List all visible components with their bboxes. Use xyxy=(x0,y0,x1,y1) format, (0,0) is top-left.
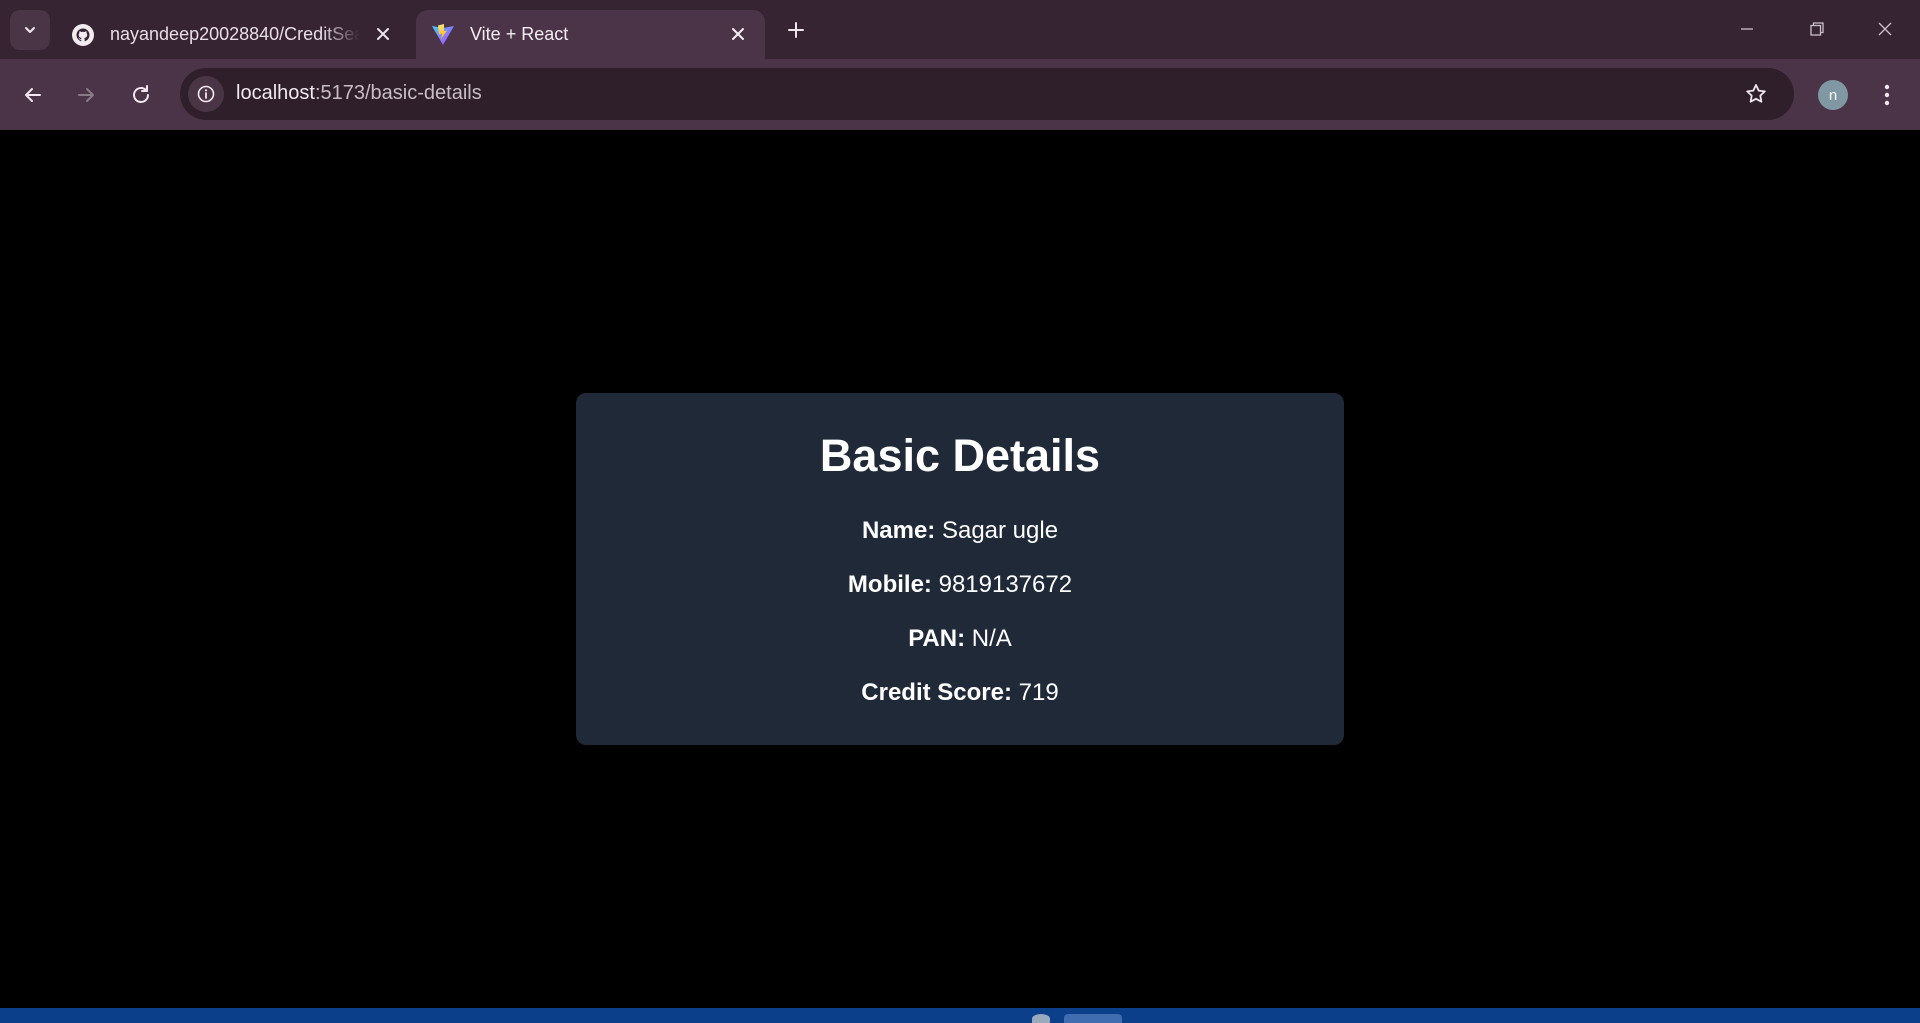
github-icon xyxy=(70,22,96,48)
site-info-button[interactable] xyxy=(188,76,224,112)
browser-menu-button[interactable] xyxy=(1872,79,1902,111)
os-taskbar xyxy=(0,1008,1920,1023)
url-host: localhost xyxy=(236,82,315,104)
tab-strip: nayandeep20028840/CreditSea Vite + React xyxy=(0,0,1920,59)
reload-button[interactable] xyxy=(121,75,161,115)
taskbar-app-icon[interactable] xyxy=(1064,1014,1122,1023)
detail-value: 719 xyxy=(1018,679,1059,706)
profile-avatar[interactable]: n xyxy=(1818,80,1848,110)
vite-icon xyxy=(430,22,456,48)
address-bar[interactable]: localhost:5173/basic-details xyxy=(180,68,1794,120)
close-icon xyxy=(1878,22,1892,36)
arrow-left-icon xyxy=(25,88,41,102)
arrow-right-icon xyxy=(78,88,94,102)
tab-search-button[interactable] xyxy=(10,10,50,50)
page-viewport: Basic Details Name: Sagar ugle Mobile: 9… xyxy=(0,130,1920,1008)
reload-icon xyxy=(133,85,149,103)
detail-label: Name: xyxy=(861,517,936,544)
restore-icon xyxy=(1810,22,1824,36)
detail-value: N/A xyxy=(971,625,1012,652)
basic-details-card: Basic Details Name: Sagar ugle Mobile: 9… xyxy=(576,393,1344,745)
tab-title: Vite + React xyxy=(470,24,569,44)
minimize-button[interactable] xyxy=(1724,8,1770,50)
minimize-icon xyxy=(1741,28,1753,30)
back-button[interactable] xyxy=(13,75,53,115)
tab-title: nayandeep20028840/CreditSea xyxy=(110,24,360,44)
info-icon xyxy=(197,85,215,103)
tab-github[interactable]: nayandeep20028840/CreditSea xyxy=(58,10,410,59)
close-tab-icon[interactable] xyxy=(370,21,396,47)
restore-button[interactable] xyxy=(1794,8,1840,50)
new-tab-button[interactable] xyxy=(780,14,812,46)
plus-icon xyxy=(788,22,804,38)
bookmark-button[interactable] xyxy=(1742,80,1770,108)
close-window-button[interactable] xyxy=(1862,8,1908,50)
forward-button[interactable] xyxy=(66,75,106,115)
browser-toolbar: localhost:5173/basic-details n xyxy=(0,59,1920,130)
detail-row-name: Name: Sagar ugle xyxy=(576,517,1344,546)
detail-row-mobile: Mobile: 9819137672 xyxy=(576,571,1344,600)
url-text[interactable]: localhost:5173/basic-details xyxy=(236,82,482,105)
detail-value: Sagar ugle xyxy=(941,517,1059,544)
detail-row-pan: PAN: N/A xyxy=(576,625,1344,654)
page-title: Basic Details xyxy=(819,430,1101,481)
chevron-down-icon xyxy=(25,27,35,33)
detail-row-credit-score: Credit Score: 719 xyxy=(576,679,1344,708)
close-tab-icon[interactable] xyxy=(725,21,751,47)
detail-label: Mobile: xyxy=(847,571,932,598)
more-vertical-icon xyxy=(1884,84,1890,106)
star-icon xyxy=(1746,84,1766,103)
tab-vite-react[interactable]: Vite + React xyxy=(416,10,765,59)
url-path: :5173/basic-details xyxy=(314,82,482,104)
detail-value: 9819137672 xyxy=(938,571,1073,598)
detail-label: Credit Score: xyxy=(861,679,1012,706)
detail-label: PAN: xyxy=(908,625,966,652)
taskbar-app-icon[interactable] xyxy=(1032,1014,1050,1023)
